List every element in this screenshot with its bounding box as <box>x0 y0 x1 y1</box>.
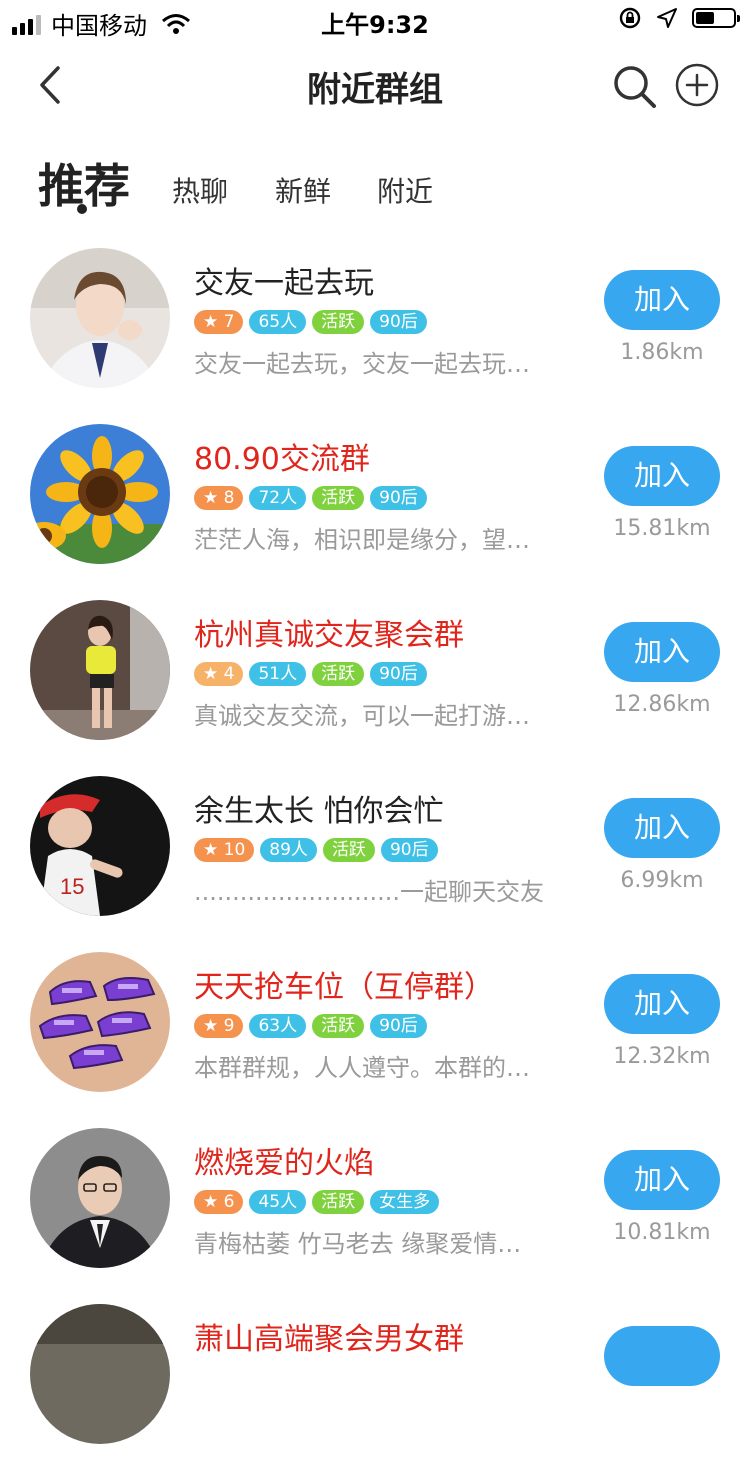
group-list: 交友一起去玩 ★ 7 65人 活跃 90后 交友一起去玩，交友一起去玩… 加入 … <box>0 230 750 1462</box>
group-avatar[interactable] <box>30 952 170 1092</box>
level-value: 6 <box>223 1192 235 1212</box>
member-count-badge: 51人 <box>249 662 307 686</box>
level-value: 9 <box>223 1016 235 1036</box>
level-value: 10 <box>223 840 246 860</box>
group-tags: ★ 6 45人 活跃 女生多 <box>194 1190 440 1214</box>
group-name: 杭州真诚交友聚会群 <box>194 618 464 653</box>
tab-bar: 推荐 热聊 新鲜 附近 <box>0 140 750 220</box>
activity-badge: 活跃 <box>312 1014 365 1038</box>
age-badge: 女生多 <box>370 1190 440 1214</box>
active-tab-indicator <box>77 204 87 214</box>
group-avatar[interactable]: 15 <box>30 776 170 916</box>
group-row[interactable]: 萧山高端聚会男女群 <box>0 1286 750 1462</box>
location-arrow-icon <box>657 8 677 28</box>
level-value: 4 <box>223 664 235 684</box>
age-badge: 90后 <box>370 486 427 510</box>
age-badge: 90后 <box>370 310 427 334</box>
group-name: 交友一起去玩 <box>194 266 374 301</box>
level-badge: ★ 6 <box>194 1190 244 1214</box>
group-name: 余生太长 怕你会忙 <box>194 794 444 829</box>
member-count-badge: 72人 <box>249 486 307 510</box>
age-badge: 90后 <box>380 838 438 862</box>
group-row[interactable]: 燃烧爱的火焰 ★ 6 45人 活跃 女生多 青梅枯萎 竹马老去 缘聚爱情… 加入… <box>0 1110 750 1286</box>
group-tags: ★ 7 65人 活跃 90后 <box>194 310 427 334</box>
level-badge: ★ 10 <box>194 838 255 862</box>
group-avatar[interactable] <box>30 424 170 564</box>
activity-badge: 活跃 <box>312 310 365 334</box>
group-tags: ★ 9 63人 活跃 90后 <box>194 1014 427 1038</box>
level-badge: ★ 4 <box>194 662 244 686</box>
join-button[interactable]: 加入 <box>604 798 720 858</box>
member-count-badge: 45人 <box>249 1190 307 1214</box>
battery-icon <box>692 8 740 28</box>
group-avatar[interactable] <box>30 1128 170 1268</box>
activity-badge: 活跃 <box>322 838 375 862</box>
star-icon: ★ <box>203 1192 219 1212</box>
group-distance: 1.86km <box>620 340 704 365</box>
group-name: 80.90交流群 <box>194 442 370 477</box>
group-avatar[interactable] <box>30 248 170 388</box>
group-description: ...........................一起聊天交友 <box>194 878 544 906</box>
group-avatar[interactable] <box>30 600 170 740</box>
star-icon: ★ <box>203 664 219 684</box>
group-description: 本群群规，人人遵守。本群的… <box>194 1054 530 1082</box>
group-distance: 12.32km <box>613 1044 711 1069</box>
group-avatar[interactable] <box>30 1304 170 1444</box>
join-button[interactable]: 加入 <box>604 446 720 506</box>
group-tags: ★ 8 72人 活跃 90后 <box>194 486 427 510</box>
group-distance: 15.81km <box>613 516 711 541</box>
tab-hot-chat[interactable]: 热聊 <box>172 170 228 210</box>
battery-level <box>696 12 714 24</box>
group-distance: 12.86km <box>613 692 711 717</box>
tab-new[interactable]: 新鲜 <box>275 170 331 210</box>
group-name: 燃烧爱的火焰 <box>194 1146 374 1181</box>
level-value: 8 <box>223 488 235 508</box>
group-description: 青梅枯萎 竹马老去 缘聚爱情… <box>194 1230 522 1258</box>
group-row[interactable]: 15 余生太长 怕你会忙 ★ 10 89人 活跃 90后 ...........… <box>0 758 750 934</box>
activity-badge: 活跃 <box>312 1190 365 1214</box>
star-icon: ★ <box>203 1016 219 1036</box>
group-row[interactable]: 80.90交流群 ★ 8 72人 活跃 90后 茫茫人海，相识即是缘分，望… 加… <box>0 406 750 582</box>
plus-circle-icon[interactable] <box>674 62 720 108</box>
group-row[interactable]: 交友一起去玩 ★ 7 65人 活跃 90后 交友一起去玩，交友一起去玩… 加入 … <box>0 230 750 406</box>
activity-badge: 活跃 <box>312 486 365 510</box>
star-icon: ★ <box>203 488 219 508</box>
member-count-badge: 63人 <box>249 1014 307 1038</box>
group-name: 天天抢车位（互停群） <box>194 970 494 1005</box>
age-badge: 90后 <box>370 662 427 686</box>
group-description: 茫茫人海，相识即是缘分，望… <box>194 526 530 554</box>
star-icon: ★ <box>203 840 219 860</box>
group-row[interactable]: 天天抢车位（互停群） ★ 9 63人 活跃 90后 本群群规，人人遵守。本群的…… <box>0 934 750 1110</box>
status-bar: 中国移动 上午9:32 <box>0 0 750 40</box>
search-icon[interactable] <box>610 62 660 112</box>
svg-text:15: 15 <box>60 874 84 899</box>
join-button[interactable]: 加入 <box>604 1150 720 1210</box>
group-distance: 10.81km <box>613 1220 711 1245</box>
group-distance: 6.99km <box>620 868 704 893</box>
member-count-badge: 89人 <box>260 838 317 862</box>
level-badge: ★ 9 <box>194 1014 244 1038</box>
group-row[interactable]: 杭州真诚交友聚会群 ★ 4 51人 活跃 90后 真诚交友交流，可以一起打游… … <box>0 582 750 758</box>
nav-bar: 附近群组 <box>0 40 750 130</box>
age-badge: 90后 <box>370 1014 427 1038</box>
join-button[interactable]: 加入 <box>604 974 720 1034</box>
status-right <box>618 6 740 30</box>
activity-badge: 活跃 <box>312 662 365 686</box>
member-count-badge: 65人 <box>249 310 307 334</box>
star-icon: ★ <box>203 312 219 332</box>
join-button[interactable]: 加入 <box>604 270 720 330</box>
group-name: 萧山高端聚会男女群 <box>194 1322 464 1357</box>
join-button[interactable]: 加入 <box>604 622 720 682</box>
level-badge: ★ 7 <box>194 310 244 334</box>
group-description: 交友一起去玩，交友一起去玩… <box>194 350 530 378</box>
rotation-lock-icon <box>619 7 641 29</box>
level-value: 7 <box>223 312 235 332</box>
group-tags: ★ 10 89人 活跃 90后 <box>194 838 438 862</box>
level-badge: ★ 8 <box>194 486 244 510</box>
join-button[interactable] <box>604 1326 720 1386</box>
tab-nearby[interactable]: 附近 <box>377 170 433 210</box>
group-tags: ★ 4 51人 活跃 90后 <box>194 662 427 686</box>
group-description: 真诚交友交流，可以一起打游… <box>194 702 530 730</box>
